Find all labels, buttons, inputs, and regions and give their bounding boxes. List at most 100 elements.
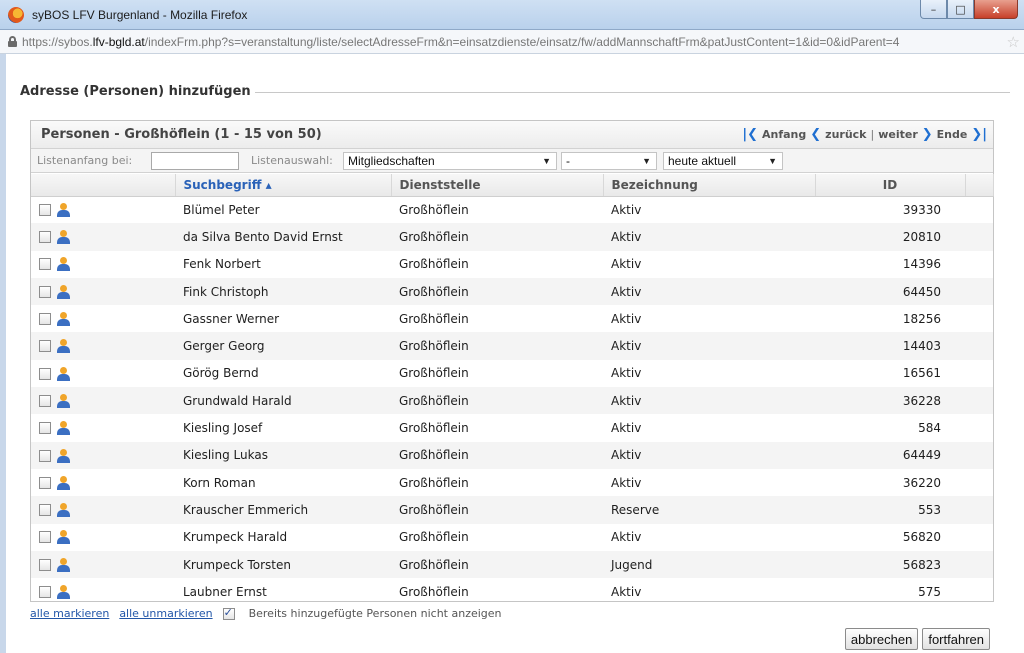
cell-name: Gerger Georg	[175, 332, 391, 360]
cell-filler	[965, 277, 993, 306]
row-checkbox[interactable]	[39, 586, 51, 599]
table-row[interactable]: Krauscher Emmerich Großhöflein Reserve 553	[31, 496, 993, 524]
cell-role: Aktiv	[611, 530, 642, 545]
table-row[interactable]: Krumpeck Torsten Großhöflein Jugend 56823	[31, 550, 993, 579]
cell-name: Krumpeck Torsten	[175, 550, 391, 579]
person-icon	[57, 503, 70, 518]
cell-name: da Silva Bento David Ernst	[175, 223, 391, 251]
person-icon	[57, 448, 70, 463]
first-page-icon[interactable]: |❮	[742, 127, 758, 142]
date-select[interactable]: heute aktuell ▼	[663, 152, 783, 170]
hide-added-checkbox[interactable]	[222, 606, 235, 620]
page-content: Adresse (Personen) hinzufügen Personen -…	[0, 54, 1024, 653]
cancel-button[interactable]: abbrechen	[844, 628, 919, 650]
cell-name: Blümel Peter	[183, 202, 260, 217]
cell-id: 14396	[902, 257, 941, 272]
pager-prev[interactable]: zurück	[825, 128, 866, 141]
cell-id: 575	[918, 584, 941, 599]
next-page-icon[interactable]: ❯	[922, 127, 933, 142]
firefox-icon	[8, 7, 24, 23]
second-select[interactable]: - ▼	[561, 152, 657, 170]
row-select-cell	[31, 196, 175, 223]
cell-name: Fink Christoph	[175, 277, 391, 306]
row-checkbox[interactable]	[39, 367, 51, 380]
row-checkbox[interactable]	[39, 422, 51, 435]
cell-name: Kiesling Josef	[183, 421, 263, 436]
cell-filler	[965, 414, 993, 441]
row-select-cell	[31, 251, 175, 278]
prev-page-icon[interactable]: ❮	[810, 127, 821, 142]
row-checkbox[interactable]	[39, 476, 51, 489]
table-row[interactable]: Fenk Norbert Großhöflein Aktiv 14396	[31, 251, 993, 278]
pager-separator: |	[870, 128, 875, 141]
cell-role: Jugend	[603, 550, 815, 579]
row-checkbox[interactable]	[39, 340, 51, 353]
list-start-input[interactable]	[151, 152, 239, 170]
cell-name: Laubner Ernst	[183, 584, 267, 599]
row-checkbox[interactable]	[39, 204, 51, 217]
maximize-button[interactable]: □	[947, 0, 974, 19]
chevron-down-icon: ▼	[642, 156, 651, 166]
close-button[interactable]: x	[974, 0, 1018, 19]
cell-dept: Großhöflein	[391, 332, 603, 360]
row-select-cell	[31, 223, 175, 251]
header-name[interactable]: Suchbegriff ▴	[175, 174, 392, 197]
url-text[interactable]: https://sybos.lfv-bgld.at/indexFrm.php?s…	[22, 35, 1002, 49]
cell-id: 36228	[815, 387, 965, 415]
table-row[interactable]: Görög Bernd Großhöflein Aktiv 16561	[31, 360, 993, 387]
cell-role: Aktiv	[611, 257, 642, 272]
cell-filler	[965, 196, 993, 223]
last-page-icon[interactable]: ❯|	[971, 127, 987, 142]
table-row[interactable]: Kiesling Lukas Großhöflein Aktiv 64449	[31, 441, 993, 469]
cell-name: Korn Roman	[183, 475, 256, 490]
row-checkbox[interactable]	[39, 231, 51, 244]
cell-name: Fenk Norbert	[183, 257, 261, 272]
person-icon	[57, 421, 70, 436]
cell-id: 56823	[815, 550, 965, 579]
pager-next[interactable]: weiter	[878, 128, 918, 141]
row-checkbox[interactable]	[39, 258, 51, 271]
pager: |❮ Anfang ❮ zurück | weiter ❯ Ende ❯|	[742, 127, 987, 142]
cell-dept: Großhöflein	[399, 530, 469, 545]
table-row[interactable]: Fink Christoph Großhöflein Aktiv 64450	[31, 277, 993, 306]
header-select	[31, 174, 176, 197]
table-row[interactable]: Gassner Werner Großhöflein Aktiv 18256	[31, 305, 993, 332]
table-row[interactable]: Blümel Peter Großhöflein Aktiv 39330	[31, 196, 993, 223]
mark-all-link[interactable]: alle markieren	[30, 607, 109, 620]
row-checkbox[interactable]	[39, 313, 51, 326]
cell-dept: Großhöflein	[391, 223, 603, 251]
pager-last[interactable]: Ende	[937, 128, 968, 141]
cell-role: Aktiv	[603, 332, 815, 360]
table-row[interactable]: Gerger Georg Großhöflein Aktiv 14403	[31, 332, 993, 360]
address-bar[interactable]: https://sybos.lfv-bgld.at/indexFrm.php?s…	[0, 30, 1024, 54]
row-checkbox[interactable]	[39, 285, 51, 298]
cell-id: 16561	[902, 366, 941, 381]
table-row[interactable]: Korn Roman Großhöflein Aktiv 36220	[31, 469, 993, 496]
cell-dept: Großhöflein	[399, 584, 469, 599]
continue-button[interactable]: fortfahren	[922, 628, 990, 650]
bookmark-star-icon[interactable]: ☆	[1007, 33, 1020, 51]
row-checkbox[interactable]	[39, 504, 51, 517]
minimize-button[interactable]: –	[920, 0, 947, 19]
row-checkbox[interactable]	[39, 531, 51, 544]
cell-id: 39330	[902, 202, 941, 217]
table-row[interactable]: Kiesling Josef Großhöflein Aktiv 584	[31, 414, 993, 441]
list-selection-select[interactable]: Mitgliedschaften ▼	[343, 152, 557, 170]
cell-role: Aktiv	[603, 441, 815, 469]
table-row[interactable]: Laubner Ernst Großhöflein Aktiv 575	[31, 578, 993, 605]
row-checkbox[interactable]	[39, 449, 51, 462]
header-role[interactable]: Bezeichnung	[603, 174, 816, 197]
unmark-all-link[interactable]: alle unmarkieren	[119, 607, 212, 620]
table-row[interactable]: Grundwald Harald Großhöflein Aktiv 36228	[31, 387, 993, 415]
table-row[interactable]: da Silva Bento David Ernst Großhöflein Akt…	[31, 223, 993, 251]
cell-dept: Großhöflein	[399, 366, 469, 381]
cell-dept: Großhöflein	[391, 496, 603, 524]
cell-id: 18256	[902, 311, 941, 326]
header-id[interactable]: ID	[815, 174, 966, 197]
header-dept[interactable]: Dienststelle	[391, 174, 604, 197]
cell-role: Aktiv	[611, 475, 642, 490]
table-row[interactable]: Krumpeck Harald Großhöflein Aktiv 56820	[31, 524, 993, 551]
row-checkbox[interactable]	[39, 394, 51, 407]
row-checkbox[interactable]	[39, 558, 51, 571]
pager-first[interactable]: Anfang	[762, 128, 806, 141]
